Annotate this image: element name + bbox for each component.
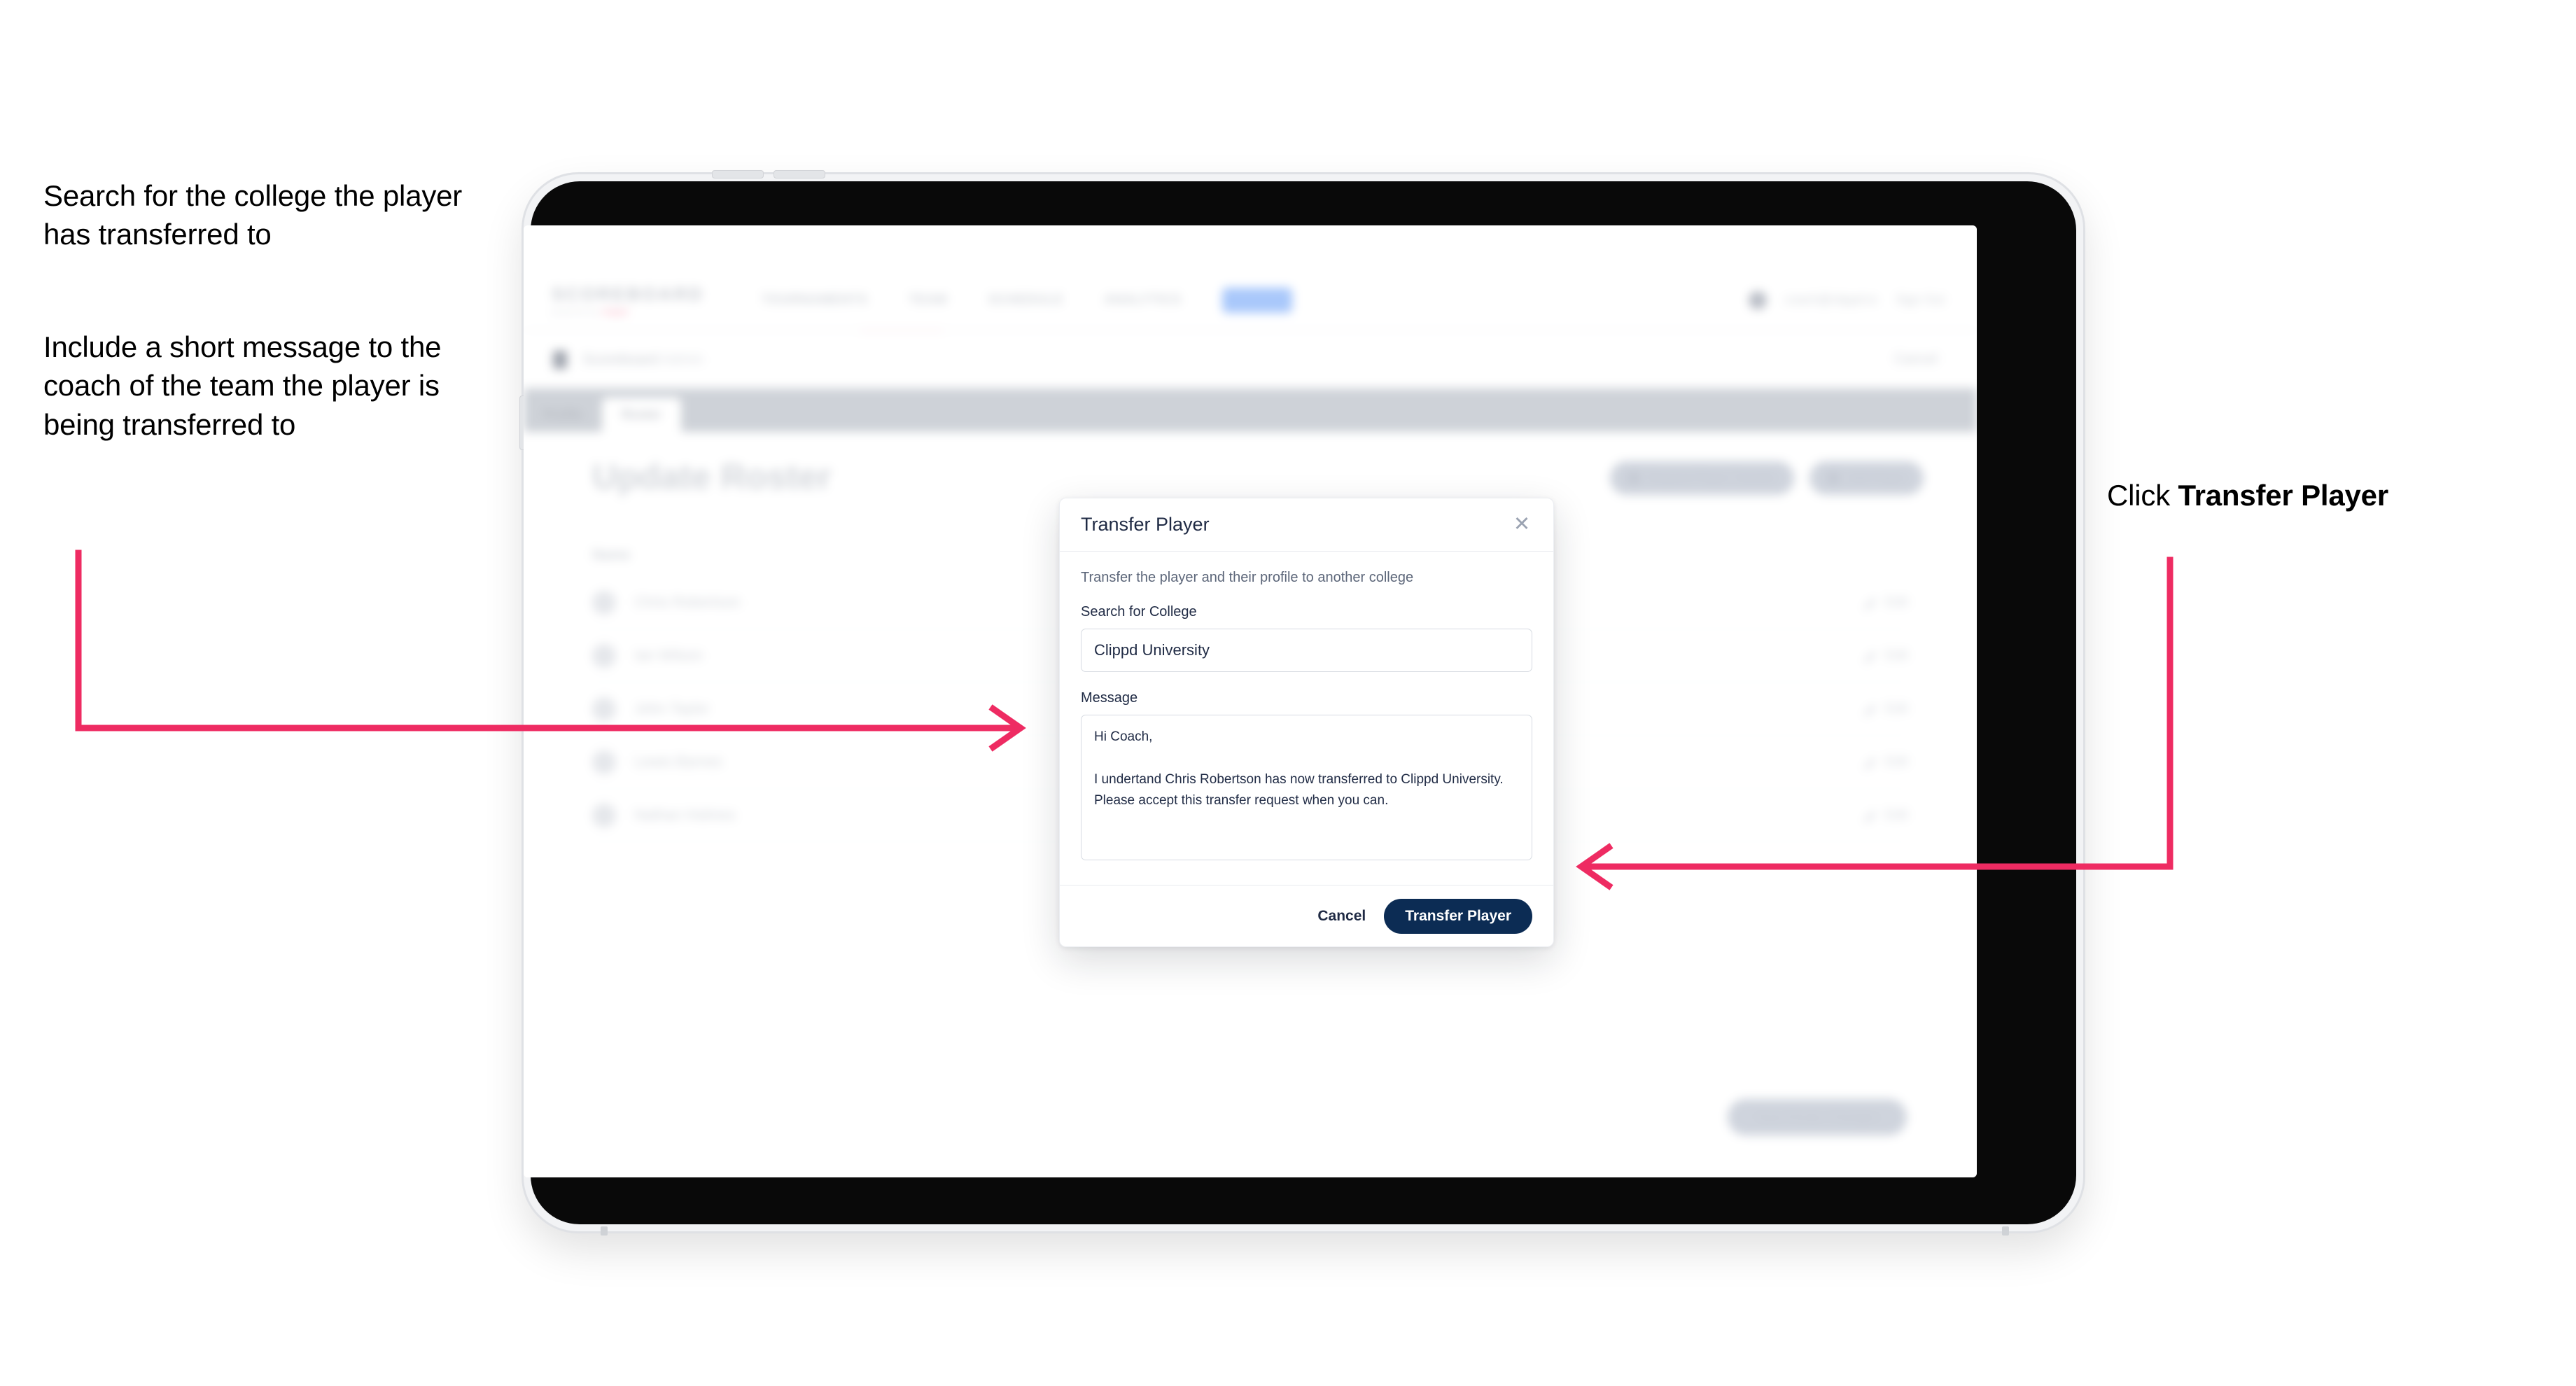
modal-title: Transfer Player — [1081, 514, 1210, 535]
transfer-player-modal: Transfer Player ✕ Transfer the player an… — [1059, 498, 1554, 947]
annotation-include-message: Include a short message to the coach of … — [43, 330, 442, 441]
volume-up-button — [712, 170, 764, 178]
annotation-click-emphasis: Transfer Player — [2178, 479, 2388, 512]
message-textarea[interactable] — [1081, 715, 1532, 860]
annotation-search-college: Search for the college the player has tr… — [43, 179, 463, 251]
close-icon[interactable]: ✕ — [1511, 514, 1532, 536]
modal-footer: Cancel Transfer Player — [1060, 885, 1553, 946]
modal-body: Transfer the player and their profile to… — [1060, 552, 1553, 885]
tablet-screen: SCOREBOARD powered by clippd TOURNAMENTS… — [524, 225, 1977, 1177]
search-college-input[interactable] — [1081, 629, 1532, 672]
cancel-button[interactable]: Cancel — [1317, 908, 1366, 925]
device-foot-left — [601, 1226, 608, 1236]
message-label: Message — [1081, 690, 1138, 706]
modal-header: Transfer Player ✕ — [1060, 498, 1553, 552]
field-spacer — [1081, 672, 1532, 690]
annotation-click-transfer: Click Transfer Player — [2107, 476, 2541, 514]
transfer-player-button[interactable]: Transfer Player — [1384, 898, 1532, 934]
modal-description: Transfer the player and their profile to… — [1081, 570, 1414, 585]
search-college-label: Search for College — [1081, 604, 1197, 620]
device-foot-right — [2002, 1226, 2009, 1236]
annotation-click-prefix: Click — [2107, 479, 2178, 512]
screenshot-canvas: Search for the college the player has tr… — [0, 0, 2576, 1386]
volume-down-button — [774, 170, 825, 178]
